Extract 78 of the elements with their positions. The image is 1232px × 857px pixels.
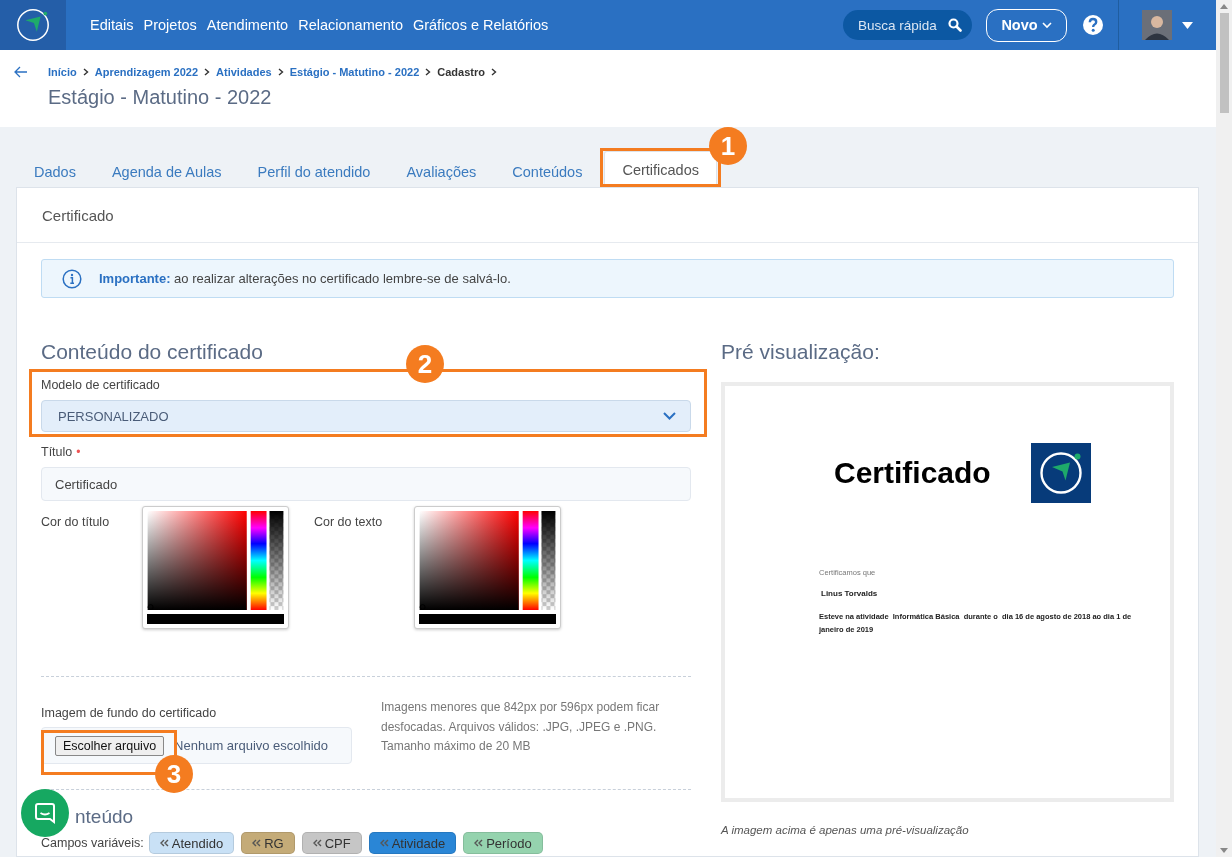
chevron-down-icon (1041, 21, 1052, 29)
field-label: Modelo de certificado (41, 378, 161, 392)
chevron-right-icon (490, 68, 497, 76)
alert-text: Importante: ao realizar alterações no certificado lembre-se de salvá-lo. (99, 271, 511, 286)
breadcrumb-link[interactable]: Estágio - Matutino - 2022 (289, 66, 420, 78)
saturation-area[interactable] (419, 511, 519, 611)
avatar[interactable] (1142, 10, 1172, 40)
choose-file-button[interactable]: Escolher arquivo (55, 735, 165, 756)
breadcrumb-link[interactable]: Aprendizagem 2022 (94, 66, 199, 78)
color-picker[interactable] (414, 506, 561, 629)
breadcrumb-link[interactable]: Cadastro (437, 66, 485, 78)
section-heading: Pré visualização: (721, 340, 881, 364)
caret-icon[interactable] (1182, 21, 1193, 29)
scroll-down-icon[interactable] (1220, 848, 1228, 853)
chevron-down-icon (663, 412, 676, 420)
card-title: Certificado (17, 188, 1198, 243)
new-button[interactable]: Novo (986, 8, 1067, 42)
breadcrumb-link[interactable]: Início (48, 66, 77, 78)
title-input[interactable]: Certificado (41, 467, 691, 501)
double-chevron-icon (312, 839, 322, 847)
saturation-area[interactable] (147, 511, 247, 611)
certificate-name: Linus Torvalds (821, 589, 879, 598)
info-icon (62, 268, 82, 289)
scrollbar[interactable] (1216, 0, 1232, 857)
field-label: Cor do título (41, 515, 111, 531)
variable-tag[interactable]: Atividade (368, 832, 457, 854)
chevron-right-icon (277, 68, 284, 76)
scrollbar-thumb[interactable] (1219, 13, 1229, 113)
breadcrumb-link[interactable]: Atividades (216, 66, 272, 78)
nav-link[interactable]: Projetos (143, 17, 197, 33)
help-icon[interactable] (1082, 14, 1104, 36)
double-chevron-icon (252, 839, 262, 847)
chevron-right-icon (204, 68, 211, 76)
page-title: Estágio - Matutino - 2022 (48, 86, 273, 109)
file-hint: Imagens menores que 842px por 596px podem ficar desfocadas. Arquivos válidos: .JPG, .JPEG e .PNG. Tamanho máximo de 20 MB (381, 699, 661, 755)
variable-tag[interactable]: Atendido (148, 832, 235, 854)
picker-handle[interactable] (419, 604, 426, 611)
double-chevron-icon (379, 839, 389, 847)
logo-icon (1030, 443, 1091, 503)
step-badge: 2 (406, 345, 444, 383)
step-badge: 1 (709, 127, 747, 165)
chat-button[interactable] (21, 789, 69, 837)
color-picker[interactable] (142, 506, 289, 629)
nav-link[interactable]: Atendimento (206, 17, 289, 33)
field-label: Cor do texto (314, 515, 384, 531)
picker-handle[interactable] (147, 604, 154, 611)
step-badge: 3 (155, 755, 193, 793)
preview-caption: A imagem acima é apenas uma pré-visualização (721, 824, 970, 836)
chevron-right-icon (425, 68, 432, 76)
tab[interactable]: Dados (16, 155, 94, 187)
field-label: Imagem de fundo do certificado (41, 706, 218, 720)
search-input[interactable]: Busca rápida (858, 17, 948, 33)
tab[interactable]: Certificados (604, 151, 717, 187)
back-arrow-icon[interactable] (14, 66, 28, 78)
search-bar[interactable]: Busca rápida (843, 10, 972, 40)
nav-link[interactable]: Relacionamento (298, 17, 403, 33)
variables-label: Campos variáveis: (41, 836, 144, 850)
logo-icon (14, 6, 52, 44)
section-heading: nteúdo (75, 806, 134, 828)
double-chevron-icon (159, 839, 169, 847)
variable-tag[interactable]: Período (463, 832, 543, 854)
model-select[interactable]: PERSONALIZADO (41, 400, 691, 432)
tab[interactable]: Agenda de Aulas (93, 155, 240, 187)
tab[interactable]: Perfil do atendido (239, 155, 389, 187)
variable-tag[interactable]: CPF (301, 832, 362, 854)
nav-link[interactable]: Gráficos e Relatórios (412, 17, 549, 33)
nav-link[interactable]: Editais (90, 17, 134, 33)
tab[interactable]: Conteúdos (494, 155, 601, 187)
scroll-up-icon[interactable] (1220, 4, 1228, 9)
field-label: Título • (41, 445, 82, 459)
chat-icon (34, 802, 56, 824)
double-chevron-icon (474, 839, 484, 847)
chevron-right-icon (82, 68, 89, 76)
search-icon (948, 18, 962, 32)
variable-tag[interactable]: RG (241, 832, 295, 854)
required-mark: • (76, 445, 81, 459)
certificate-title: Certificado (834, 456, 991, 490)
tab[interactable]: Avaliações (388, 155, 495, 187)
